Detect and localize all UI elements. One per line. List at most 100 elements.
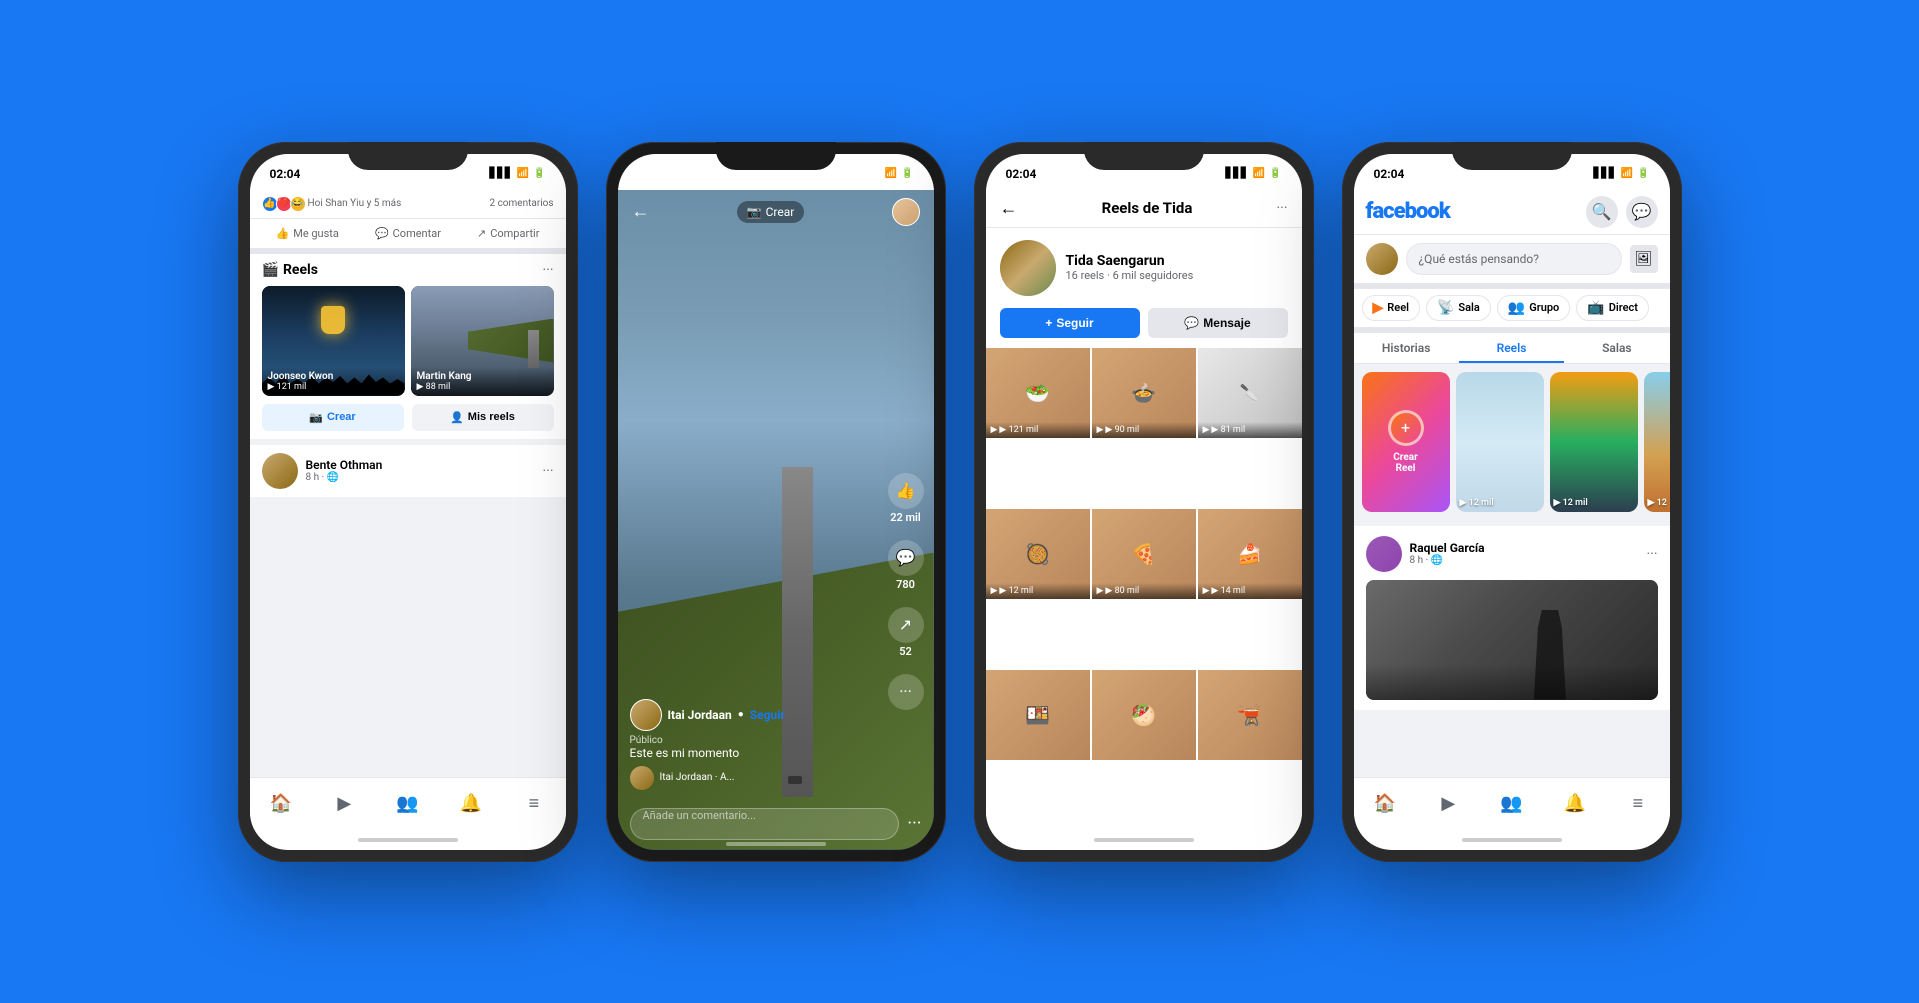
caption-text: Este es mi momento bbox=[630, 746, 862, 760]
like-action[interactable]: 👍 22 mil bbox=[888, 473, 924, 524]
home-indicator-4 bbox=[1354, 830, 1670, 850]
share-action[interactable]: ↗ 52 bbox=[888, 607, 924, 658]
fb-reel-card-4[interactable]: ▶ 12 bbox=[1644, 372, 1670, 512]
messenger-button[interactable]: 💬 bbox=[1626, 196, 1658, 228]
nav-menu-4[interactable]: ≡ bbox=[1620, 786, 1656, 822]
reels-tab[interactable]: Reels bbox=[1459, 333, 1564, 363]
direct-shortcut[interactable]: 📺 Direct bbox=[1576, 295, 1649, 321]
phone-1: 02:04 ▋▋▋ 📶 🔋 👍 ❤️ 😂 Hoi bbox=[238, 142, 578, 862]
phone2-reels: ← 📷 Crear 👍 22 mil 💬 780 bbox=[618, 190, 934, 850]
reel-cell-9[interactable]: 🫕 bbox=[1198, 670, 1302, 760]
reels-buttons: 📷 Crear 👤 Mis reels bbox=[262, 404, 554, 431]
post-more-icon[interactable]: ··· bbox=[1647, 546, 1658, 562]
profile-name: Tida Saengarun bbox=[1066, 253, 1288, 269]
phone1-feed: 👍 ❤️ 😂 Hoi Shan Yiu y 5 más 2 comentario… bbox=[250, 190, 566, 777]
reel-cell-overlay-5: ▶ ▶ 80 mil bbox=[1092, 583, 1196, 599]
create-icon: 📷 bbox=[309, 411, 323, 424]
reel-cell-3[interactable]: 🔪 ▶ ▶ 81 mil bbox=[1198, 348, 1302, 438]
play-icon-3: ▶ bbox=[1203, 425, 1210, 435]
bottom-nav-4: 🏠 ▶ 👥 🔔 ≡ bbox=[1354, 777, 1670, 830]
historias-tab[interactable]: Historias bbox=[1354, 333, 1459, 363]
fb-reel-card-3[interactable]: ▶ 12 mil bbox=[1550, 372, 1638, 512]
status-icons-3: ▋▋▋ 📶 🔋 bbox=[1226, 168, 1282, 179]
play-icon-2: ▶ bbox=[1097, 425, 1104, 435]
image-gradient bbox=[1366, 664, 1658, 700]
fb-tabs: Historias Reels Salas bbox=[1354, 333, 1670, 364]
direct-shortcut-icon: 📺 bbox=[1587, 300, 1604, 316]
nav-reels-4[interactable]: ▶ bbox=[1430, 786, 1466, 822]
reel-cell-8[interactable]: 🥙 bbox=[1092, 670, 1196, 760]
share-count: 52 bbox=[899, 645, 912, 658]
comment-bar: Añade un comentario... ··· bbox=[618, 808, 934, 840]
salas-tab[interactable]: Salas bbox=[1564, 333, 1669, 363]
comments-count: 2 comentarios bbox=[489, 198, 553, 209]
reel-thumb-1[interactable]: Joonseo Kwon ▶ 121 mil bbox=[262, 286, 405, 396]
like-button[interactable]: 👍 Me gusta bbox=[268, 223, 347, 244]
views-6: ▶ 14 mil bbox=[1211, 586, 1245, 596]
share-button[interactable]: ↗ Compartir bbox=[469, 223, 547, 244]
reel-thumb-2[interactable]: Martin Kang ▶ 88 mil bbox=[411, 286, 554, 396]
road-on-cliff bbox=[528, 330, 539, 369]
nav-reels-1[interactable]: ▶ bbox=[326, 786, 362, 822]
reel-cell-4[interactable]: 🥘 ▶ ▶ 12 mil bbox=[986, 509, 1090, 599]
follow-button[interactable]: + Seguir bbox=[1000, 308, 1140, 338]
nav-home-4[interactable]: 🏠 bbox=[1367, 786, 1403, 822]
like-action-icon: 👍 bbox=[888, 473, 924, 509]
nav-notifications-1[interactable]: 🔔 bbox=[453, 786, 489, 822]
phone-1-screen: 02:04 ▋▋▋ 📶 🔋 👍 ❤️ 😂 Hoi bbox=[250, 154, 566, 850]
reel-cell-7[interactable]: 🍱 bbox=[986, 670, 1090, 760]
crear-button[interactable]: 📷 Crear bbox=[737, 201, 805, 223]
message-button[interactable]: 💬 Mensaje bbox=[1148, 308, 1288, 338]
sala-shortcut[interactable]: 📡 Sala bbox=[1426, 295, 1491, 321]
comment-count: 780 bbox=[896, 578, 915, 591]
reel-cell-1[interactable]: 🥗 ▶ ▶ 121 mil bbox=[986, 348, 1090, 438]
views-1: ▶ 121 mil bbox=[999, 425, 1038, 435]
search-button[interactable]: 🔍 bbox=[1586, 196, 1618, 228]
comment-more-icon[interactable]: ··· bbox=[907, 813, 921, 834]
verified-icon: ● bbox=[738, 709, 744, 720]
grupo-shortcut[interactable]: 👥 Grupo bbox=[1497, 295, 1570, 321]
music-row: Itai Jordaan · A... bbox=[630, 766, 862, 790]
phone-1-notch bbox=[348, 142, 468, 170]
reel-shortcut[interactable]: ▶ Reel bbox=[1362, 295, 1420, 321]
phone4-home: facebook 🔍 💬 ¿Qué estás pensando? 🖼 bbox=[1354, 190, 1670, 777]
comment-action[interactable]: 💬 780 bbox=[888, 540, 924, 591]
back-button-3[interactable]: ← bbox=[1000, 198, 1018, 219]
fb-reel-card-2[interactable]: ▶ 12 mil bbox=[1456, 372, 1544, 512]
reel-shortcut-icon: ▶ bbox=[1373, 300, 1384, 316]
views-2: ▶ 90 mil bbox=[1105, 425, 1139, 435]
phone-3-notch bbox=[1084, 142, 1204, 170]
message-icon: 💬 bbox=[1184, 316, 1199, 330]
nav-home-1[interactable]: 🏠 bbox=[263, 786, 299, 822]
comment-input[interactable]: Añade un comentario... bbox=[630, 808, 900, 840]
post-time: 8 h · 🌐 bbox=[1410, 555, 1485, 566]
reel-cell-6[interactable]: 🍰 ▶ ▶ 14 mil bbox=[1198, 509, 1302, 599]
nav-groups-4[interactable]: 👥 bbox=[1493, 786, 1529, 822]
reel-cell-5[interactable]: 🍕 ▶ ▶ 80 mil bbox=[1092, 509, 1196, 599]
nav-notifications-4[interactable]: 🔔 bbox=[1557, 786, 1593, 822]
phone-2-notch bbox=[716, 142, 836, 170]
creator-name: Itai Jordaan bbox=[668, 708, 732, 722]
create-reel-label: CrearReel bbox=[1393, 452, 1418, 474]
create-reel-button[interactable]: 📷 Crear bbox=[262, 404, 404, 431]
reels-more-icon[interactable]: ··· bbox=[543, 262, 554, 278]
nav-menu-1[interactable]: ≡ bbox=[516, 786, 552, 822]
post-input[interactable]: ¿Qué estás pensando? bbox=[1406, 243, 1622, 275]
story-more-icon[interactable]: ··· bbox=[543, 463, 554, 479]
visibility-label: Público bbox=[630, 735, 862, 746]
photo-icon[interactable]: 🖼 bbox=[1630, 245, 1658, 273]
profile-more-icon[interactable]: ··· bbox=[1277, 200, 1288, 216]
back-button-2[interactable]: ← bbox=[632, 201, 650, 222]
home-indicator-1 bbox=[250, 830, 566, 850]
more-action[interactable]: ··· bbox=[888, 674, 924, 710]
nav-groups-1[interactable]: 👥 bbox=[389, 786, 425, 822]
reel-cell-2[interactable]: 🍲 ▶ ▶ 90 mil bbox=[1092, 348, 1196, 438]
seguir-button[interactable]: Seguir bbox=[750, 708, 785, 722]
comment-button[interactable]: 💬 Comentar bbox=[367, 223, 449, 244]
reels-top-bar: ← 📷 Crear bbox=[618, 190, 934, 234]
phone-4: 02:04 ▋▋▋ 📶 🔋 facebook 🔍 💬 bbox=[1342, 142, 1682, 862]
create-reel-card[interactable]: + CrearReel bbox=[1362, 372, 1450, 512]
user-avatar-top[interactable] bbox=[892, 198, 920, 226]
my-reels-button[interactable]: 👤 Mis reels bbox=[412, 404, 554, 431]
creator-row: Itai Jordaan ● Seguir bbox=[630, 699, 862, 731]
